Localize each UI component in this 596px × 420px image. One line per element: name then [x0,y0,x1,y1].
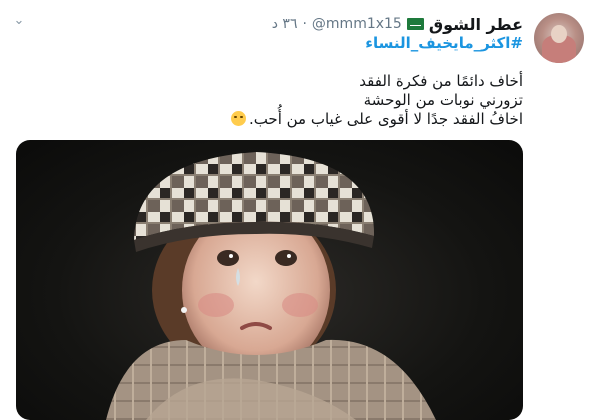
tweet-text: أخاف دائمًا من فكرة الفقد تزورني نوبات م… [83,72,523,129]
rolling-eyes-emoji-icon [230,111,246,126]
user-handle[interactable]: @mmm1x15 [312,16,402,32]
avatar[interactable] [534,13,584,63]
tweet-line: اخافُ الفقد جدًا لا أقوى على غياب من أُح… [83,110,523,129]
saudi-flag-icon [406,18,424,30]
tweet-line-text: اخافُ الفقد جدًا لا أقوى على غياب من أُح… [248,110,523,128]
separator-dot: · [302,16,307,32]
tweet-line: أخاف دائمًا من فكرة الفقد [359,72,523,90]
photo-crying-child [106,152,436,420]
display-name[interactable]: عطر الشوق [429,15,523,34]
chevron-down-icon[interactable]: ⌄ [8,10,30,32]
avatar-face [551,25,567,43]
tweet-photo[interactable] [16,140,523,420]
tweet: عطر الشوق @mmm1x15 · ٣٦ د ⌄ #اكثر_مايخيف… [0,0,596,420]
tweet-header: عطر الشوق @mmm1x15 · ٣٦ د [272,13,523,35]
hashtag-link[interactable]: #اكثر_مايخيف_النساء [365,34,523,52]
timestamp[interactable]: ٣٦ د [272,16,298,32]
tweet-line: تزورني نوبات من الوحشة [363,91,523,109]
